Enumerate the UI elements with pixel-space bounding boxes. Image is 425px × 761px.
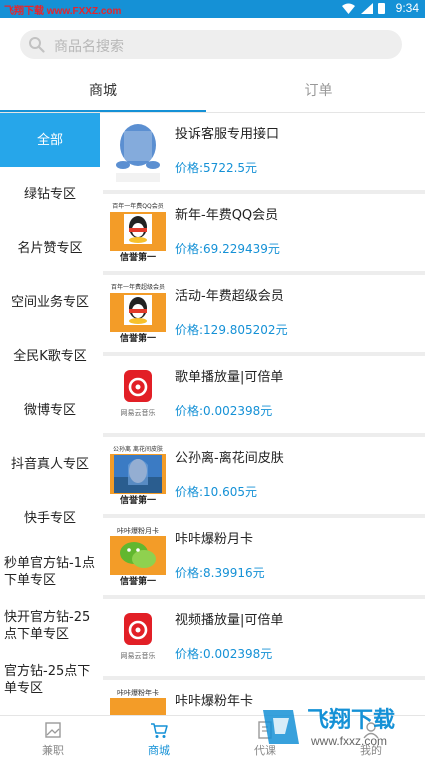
nav-mall[interactable]: 商城 (106, 716, 212, 761)
fxxz-logo-icon (263, 710, 299, 744)
search-placeholder: 商品名搜索 (54, 39, 124, 55)
product-item[interactable]: 咔咔爆粉月卡 信誉第一 咔咔爆粉月卡 价格:8.39916元 (103, 518, 425, 595)
thumb-caption: 网易云音乐 (120, 409, 156, 417)
product-name: 咔咔爆粉年卡 (175, 694, 254, 709)
product-name: 投诉客服专用接口 (175, 127, 280, 142)
sidebar-item-label: 抖音真人专区 (10, 456, 89, 472)
thumb-banner: 百年一年费超级会员 (110, 283, 166, 293)
watermark-url: www.fxxz.com (311, 734, 388, 748)
product-price: 价格:5722.5元 (175, 161, 258, 175)
thumb-banner: 咔咔爆粉月卡 (110, 526, 166, 536)
wechat-thumbnail: 咔咔爆粉年卡 (110, 688, 166, 715)
qq-penguin-icon (124, 295, 152, 325)
product-item[interactable]: 百年一年费QQ会员 信誉第一 新年-年费QQ会员 价格:69.229439元 (103, 194, 425, 271)
thumb-banner: 百年一年费QQ会员 (110, 202, 166, 212)
sidebar-item-label: 全民K歌专区 (13, 348, 87, 364)
nav-part-time[interactable]: 兼职 (0, 716, 106, 761)
product-item[interactable]: 百年一年费超级会员 信誉第一 活动-年费超级会员 价格:129.805202元 (103, 275, 425, 352)
wechat-icon (120, 542, 156, 568)
thumb-slogan: 信誉第一 (110, 251, 166, 265)
tab-mall[interactable]: 商城 (0, 70, 206, 112)
sidebar-item-instant-diamond[interactable]: 秒单官方钻-1点下单专区 (0, 545, 100, 599)
cart-icon (151, 723, 168, 738)
image-icon (45, 722, 61, 738)
product-item[interactable]: 公孙离 离花间皮肤 信誉第一 公孙离-离花间皮肤 价格:10.605元 (103, 437, 425, 514)
thumb-slogan: 信誉第一 (110, 494, 166, 508)
product-name: 咔咔爆粉月卡 (175, 532, 254, 547)
netease-music-thumbnail: 网易云音乐 (110, 607, 166, 670)
product-item[interactable]: 投诉客服专用接口 价格:5722.5元 (103, 113, 425, 190)
watermark-title: 飞翔下载 (307, 707, 396, 732)
sidebar-item-official-diamond[interactable]: 官方钻-25点下单专区 (0, 653, 100, 707)
signal-icon (361, 3, 373, 14)
product-price: 价格:0.002398元 (175, 647, 273, 661)
sidebar-item-label: 快手专区 (23, 510, 76, 526)
tab-orders[interactable]: 订单 (212, 70, 425, 112)
category-sidebar: 全部 绿钻专区 名片赞专区 空间业务专区 全民K歌专区 微博专区 抖音真人专区 … (0, 113, 100, 715)
product-price: 价格:0.002398元 (175, 404, 273, 418)
clock: 9:34 (395, 1, 419, 15)
nav-label: 兼职 (42, 744, 64, 757)
product-list: 投诉客服专用接口 价格:5722.5元 百年一年费QQ会员 信誉第一 新年-年费… (103, 113, 425, 715)
sidebar-item-label: 全部 (36, 132, 63, 148)
sidebar-item-label: 秒单官方钻-1点下单专区 (4, 556, 95, 588)
sidebar-item-green-diamond[interactable]: 绿钻专区 (0, 167, 100, 221)
sidebar-item-weibo[interactable]: 微博专区 (0, 383, 100, 437)
search-input[interactable]: 商品名搜索 (20, 30, 402, 59)
sidebar-item-douyin[interactable]: 抖音真人专区 (0, 437, 100, 491)
sidebar-item-label: 绿钻专区 (23, 186, 76, 202)
game-skin-thumbnail: 公孙离 离花间皮肤 信誉第一 (110, 445, 166, 508)
search-icon (29, 37, 45, 53)
netease-music-icon (124, 370, 152, 402)
product-item[interactable]: 网易云音乐 歌单播放量|可倍单 价格:0.002398元 (103, 356, 425, 433)
game-character-image (114, 455, 162, 493)
product-name: 视频播放量|可倍单 (175, 613, 284, 628)
top-tabs: 商城 订单 (0, 70, 425, 112)
qq-penguin-thumbnail (110, 121, 166, 184)
sidebar-item-qzone[interactable]: 空间业务专区 (0, 275, 100, 329)
status-bar: 飞翔下载 www.FXXZ.com 9:34 (0, 0, 425, 18)
sidebar-item-all[interactable]: 全部 (0, 113, 100, 167)
product-name: 歌单播放量|可倍单 (175, 370, 284, 385)
sidebar-item-card-likes[interactable]: 名片赞专区 (0, 221, 100, 275)
sidebar-item-label: 官方钻-25点下单专区 (4, 664, 91, 696)
product-name: 新年-年费QQ会员 (175, 208, 279, 223)
product-name: 公孙离-离花间皮肤 (175, 451, 284, 466)
wechat-thumbnail: 咔咔爆粉月卡 信誉第一 (110, 526, 166, 589)
product-item[interactable]: 网易云音乐 视频播放量|可倍单 价格:0.002398元 (103, 599, 425, 676)
battery-icon (378, 3, 385, 14)
product-price: 价格:129.805202元 (175, 323, 288, 337)
watermark-logo: 飞翔下载 www.fxxz.com (255, 700, 420, 760)
qq-super-member-thumbnail: 百年一年费超级会员 信誉第一 (110, 283, 166, 346)
product-name: 活动-年费超级会员 (175, 289, 284, 304)
nav-label: 商城 (148, 744, 170, 757)
wifi-icon (342, 3, 355, 14)
product-price: 价格:69.229439元 (175, 242, 280, 256)
netease-music-thumbnail: 网易云音乐 (110, 364, 166, 427)
sidebar-item-kuaishou[interactable]: 快手专区 (0, 491, 100, 545)
sidebar-item-label: 快开官方钻-25点下单专区 (4, 610, 91, 642)
sidebar-item-label: 微博专区 (23, 402, 76, 418)
sidebar-item-label: 名片赞专区 (17, 240, 83, 256)
product-price: 价格:10.605元 (175, 485, 258, 499)
netease-music-icon (124, 613, 152, 645)
status-watermark: 飞翔下载 www.FXXZ.com (4, 6, 122, 17)
thumb-caption: 网易云音乐 (120, 652, 156, 660)
thumb-banner: 咔咔爆粉年卡 (110, 688, 166, 698)
thumb-slogan: 信誉第一 (110, 332, 166, 346)
sidebar-item-karaoke[interactable]: 全民K歌专区 (0, 329, 100, 383)
thumb-slogan: 信誉第一 (110, 575, 166, 589)
qq-member-thumbnail: 百年一年费QQ会员 信誉第一 (110, 202, 166, 265)
qq-penguin-icon (124, 214, 152, 244)
thumb-banner: 公孙离 离花间皮肤 (110, 445, 166, 454)
search-header: 商品名搜索 (0, 18, 425, 70)
sidebar-item-fast-diamond[interactable]: 快开官方钻-25点下单专区 (0, 599, 100, 653)
sidebar-item-label: 空间业务专区 (10, 294, 89, 310)
product-price: 价格:8.39916元 (175, 566, 265, 580)
